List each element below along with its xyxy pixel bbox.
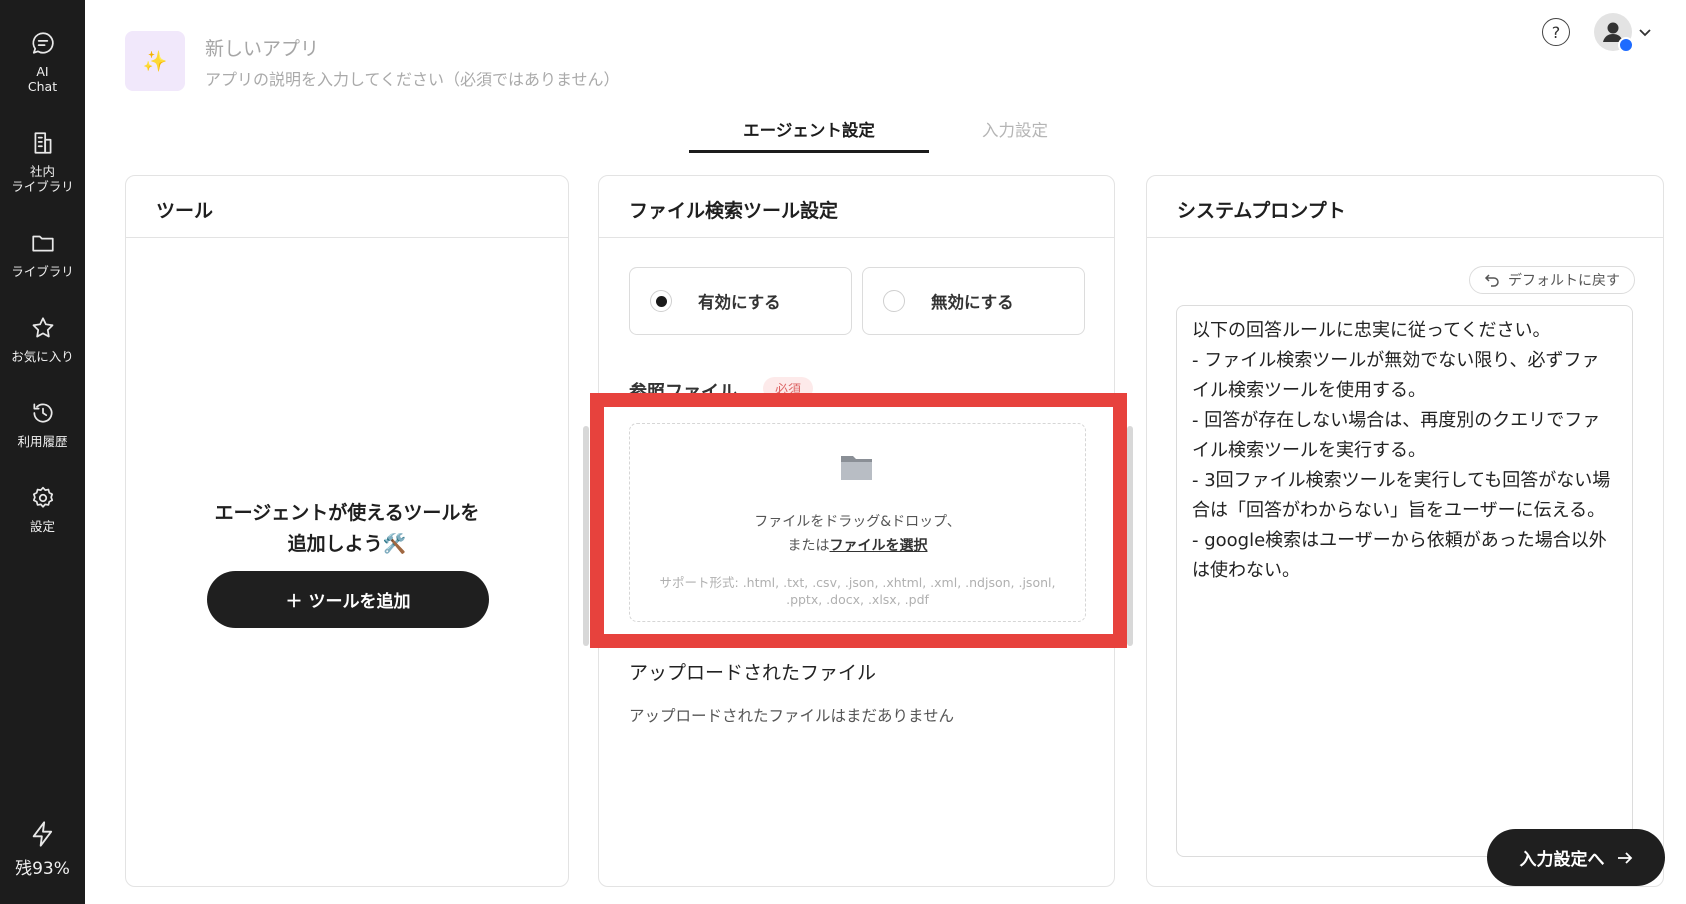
enable-label: 有効にする [698,293,781,312]
next-input-settings-button[interactable]: 入力設定へ [1487,829,1665,886]
sidebar-item-label: 社内 ライブラリ [11,164,74,194]
disable-radio-option[interactable]: 無効にする [862,267,1085,335]
arrow-right-icon [1617,851,1632,864]
radio-selected-icon [650,290,672,312]
active-tab-indicator [689,150,929,153]
sidebar-item-company-library[interactable]: 社内 ライブラリ [0,130,85,194]
sidebar-item-label: 設定 [29,519,55,534]
folder-icon [841,456,872,480]
reference-files-label: 参照ファイル [629,382,737,403]
credit-indicator[interactable]: 残93% [0,820,85,879]
reset-default-button[interactable]: デフォルトに戻す [1469,266,1635,294]
lightning-icon [32,821,52,847]
uploaded-files-empty: アップロードされたファイルはまだありません [629,707,955,725]
app-description-input[interactable]: アプリの説明を入力してください（必須ではありません） [205,66,620,90]
scrollbar-left[interactable] [583,426,589,646]
file-search-panel: ファイル検索ツール設定 有効にする 無効にする 参照ファイル 必須 ファイルをド… [583,175,1133,887]
drop-text: ファイルをドラッグ&ドロップ、 [754,514,961,530]
select-file-link[interactable]: ファイルを選択 [830,538,928,554]
radio-unselected-icon [883,290,905,312]
next-button-label: 入力設定へ [1519,850,1605,870]
sidebar-item-label: お気に入り [11,349,74,364]
undo-icon [1484,274,1499,287]
system-prompt-textarea[interactable]: 以下の回答ルールに忠実に従ってください。 - ファイル検索ツールが無効でない限り… [1176,305,1633,857]
uploaded-files-title: アップロードされたファイル [629,662,877,684]
credit-remaining: 残93% [15,859,70,879]
sidebar-item-label: AI Chat [27,64,58,94]
disable-label: 無効にする [931,293,1014,312]
history-icon [32,403,52,423]
settings-badge-icon [1618,37,1634,53]
scrollbar-right[interactable] [1127,426,1133,646]
app-name-input[interactable]: 新しいアプリ [205,34,319,61]
supported-formats: サポート形式: .html, .txt, .csv, .json, .xhtml… [659,575,1056,607]
sidebar-item-label: ライブラリ [11,264,74,279]
avatar[interactable] [1594,13,1634,53]
folder-icon [31,235,54,252]
building-icon [34,132,51,154]
app-icon[interactable]: ✨ [125,31,185,91]
reset-default-label: デフォルトに戻す [1508,273,1620,289]
system-prompt-title: システムプロンプト [1147,176,1663,238]
tools-panel-title: ツール [126,176,568,238]
sidebar-item-label: 利用履歴 [17,434,68,449]
star-icon [32,317,53,338]
sidebar-item-settings[interactable]: 設定 [0,485,85,534]
sidebar: AI Chat 社内 ライブラリ ライブラリ お気に入り 利用履歴 設定 残93… [0,0,85,904]
sidebar-item-history[interactable]: 利用履歴 [0,400,85,449]
system-prompt-panel: システムプロンプト デフォルトに戻す 以下の回答ルールに忠実に従ってください。 … [1146,175,1664,887]
required-badge: 必須 [763,377,814,400]
gear-icon [32,486,53,508]
sidebar-item-favorites[interactable]: お気に入り [0,315,85,364]
drop-or-text: または [787,538,830,554]
tab-input-settings[interactable]: 入力設定 [960,117,1070,141]
chat-icon [32,32,54,54]
sidebar-item-library[interactable]: ライブラリ [0,230,85,279]
enable-radio-option[interactable]: 有効にする [629,267,852,335]
help-icon[interactable]: ? [1542,18,1570,46]
file-search-panel-title: ファイル検索ツール設定 [599,176,1114,238]
tab-agent-settings[interactable]: エージェント設定 [689,117,929,141]
tools-empty-message: エージェントが使えるツールを 追加しよう🛠️ [214,502,480,555]
file-dropzone[interactable]: ファイルをドラッグ&ドロップ、 またはファイルを選択 サポート形式: .html… [629,423,1086,622]
add-tool-button[interactable]: ＋ ツールを追加 [207,571,489,628]
tools-panel: ツール エージェントが使えるツールを 追加しよう🛠️ ＋ ツールを追加 [125,175,569,887]
sidebar-item-ai-chat[interactable]: AI Chat [0,30,85,94]
chevron-down-icon[interactable] [1637,24,1653,40]
dropzone-instructions: ファイルをドラッグ&ドロップ、 またはファイルを選択 [630,510,1085,558]
